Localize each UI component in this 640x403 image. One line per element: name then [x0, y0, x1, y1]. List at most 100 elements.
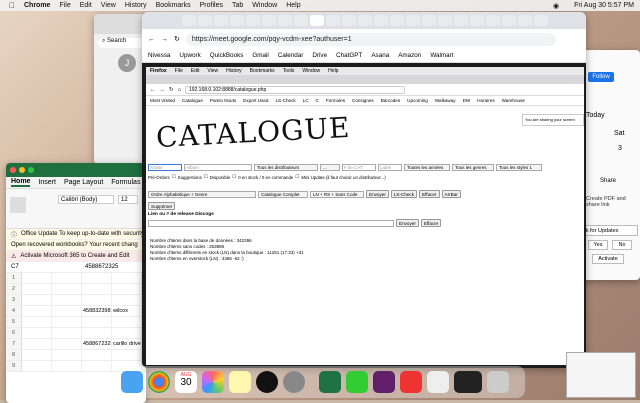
- bookmark[interactable]: Calendar: [278, 52, 304, 59]
- menu-profiles[interactable]: Profiles: [200, 2, 223, 9]
- today-label[interactable]: Today: [586, 112, 605, 119]
- right-app-window[interactable]: Follow Today Sat 3 Share Create PDF and …: [580, 50, 640, 280]
- browser-tab[interactable]: [246, 15, 260, 26]
- cell[interactable]: [82, 361, 112, 371]
- tab-insert[interactable]: Insert: [38, 179, 56, 186]
- spreadsheet-grid[interactable]: 1 2 3 4 4588323983 wilcox 5 6 7 4588672325 carillo…: [6, 273, 146, 372]
- browser-tab[interactable]: [230, 15, 244, 26]
- font-select[interactable]: Calibri (Body): [58, 195, 114, 204]
- finder-icon[interactable]: [121, 371, 143, 393]
- forward-icon[interactable]: →: [161, 36, 168, 43]
- cell[interactable]: [52, 295, 82, 305]
- table-row[interactable]: 3: [6, 295, 146, 306]
- menu-tab[interactable]: Tab: [232, 2, 243, 9]
- cell[interactable]: 4588672325: [82, 339, 112, 349]
- browser-tab[interactable]: [262, 15, 276, 26]
- cell[interactable]: [52, 350, 82, 360]
- browser-tab[interactable]: [390, 15, 404, 26]
- cell[interactable]: [52, 284, 82, 294]
- browser-tab[interactable]: [438, 15, 452, 26]
- window-thumbnail-icon[interactable]: [454, 371, 482, 393]
- browser-tab-active[interactable]: [310, 15, 324, 26]
- apple-menu-icon[interactable]: : [9, 1, 15, 10]
- menu-edit[interactable]: Edit: [80, 2, 92, 9]
- cell[interactable]: wilcox: [112, 306, 142, 316]
- cell[interactable]: [52, 306, 82, 316]
- browser-tab[interactable]: [486, 15, 500, 26]
- zoom-icon[interactable]: [28, 167, 34, 173]
- cell[interactable]: [112, 328, 142, 338]
- clock[interactable]: Fri Aug 30 5:57 PM: [574, 2, 634, 9]
- bookmark[interactable]: Nivessa: [148, 52, 170, 59]
- menu-file[interactable]: File: [59, 2, 70, 9]
- activate-button[interactable]: Activate: [592, 254, 624, 264]
- excel-icon[interactable]: [319, 371, 341, 393]
- bookmark[interactable]: Gmail: [252, 52, 268, 59]
- cell[interactable]: [112, 317, 142, 327]
- browser-tab[interactable]: [502, 15, 516, 26]
- cell[interactable]: [22, 306, 52, 316]
- app-menu[interactable]: Chrome: [24, 2, 50, 9]
- browser-tab[interactable]: [518, 15, 532, 26]
- cell-reference[interactable]: C7: [11, 264, 41, 270]
- table-row[interactable]: 4 4588323983 wilcox: [6, 306, 146, 317]
- bookmark[interactable]: Amazon: [398, 52, 421, 59]
- check-updates-button[interactable]: ck for Updates: [580, 225, 638, 236]
- create-pdf-label[interactable]: Create PDF and share link: [586, 196, 636, 208]
- cell[interactable]: [112, 284, 142, 294]
- url-text[interactable]: https://meet.google.com/pqy-vcdm-xee?aut…: [192, 36, 352, 43]
- spotify-icon[interactable]: [256, 371, 278, 393]
- browser-tab[interactable]: [358, 15, 372, 26]
- cell[interactable]: [82, 284, 112, 294]
- reload-icon[interactable]: ↻: [174, 35, 180, 43]
- cell[interactable]: [82, 350, 112, 360]
- paste-icon[interactable]: [10, 197, 26, 213]
- cell[interactable]: [52, 273, 82, 283]
- anydesk-icon[interactable]: [400, 371, 422, 393]
- bookmark[interactable]: ChatGPT: [336, 52, 362, 59]
- menu-history[interactable]: History: [125, 2, 147, 9]
- cell[interactable]: [22, 295, 52, 305]
- browser-tab[interactable]: [342, 15, 356, 26]
- follow-button[interactable]: Follow: [588, 72, 614, 82]
- browser-tab[interactable]: [454, 15, 468, 26]
- chrome-icon[interactable]: [148, 371, 170, 393]
- cell[interactable]: [22, 339, 52, 349]
- browser-tab[interactable]: [534, 15, 548, 26]
- tab-home[interactable]: Home: [11, 178, 31, 187]
- cell[interactable]: [22, 328, 52, 338]
- menu-window[interactable]: Window: [252, 2, 277, 9]
- bookmark[interactable]: Asana: [371, 52, 389, 59]
- cell[interactable]: [22, 284, 52, 294]
- notes-icon[interactable]: [229, 371, 251, 393]
- formula-input[interactable]: 4588672325: [85, 264, 118, 270]
- menu-bookmarks[interactable]: Bookmarks: [156, 2, 191, 9]
- table-row[interactable]: 5: [6, 317, 146, 328]
- slack-icon[interactable]: [373, 371, 395, 393]
- cell[interactable]: [112, 350, 142, 360]
- chrome-window[interactable]: ← → ↻ https://meet.google.com/pqy-vcdm-x…: [142, 12, 586, 368]
- photos-icon[interactable]: [202, 371, 224, 393]
- browser-tab[interactable]: [406, 15, 420, 26]
- cell[interactable]: [22, 350, 52, 360]
- tab-formulas[interactable]: Formulas: [111, 179, 140, 186]
- bookmark[interactable]: Upwork: [179, 52, 200, 59]
- wifi-icon[interactable]: ◉: [553, 2, 559, 10]
- cell[interactable]: [52, 339, 82, 349]
- screenshot-thumbnail[interactable]: [566, 352, 636, 398]
- cell[interactable]: [22, 317, 52, 327]
- table-row[interactable]: 6: [6, 328, 146, 339]
- cell[interactable]: carillo drive: [112, 339, 142, 349]
- yes-button[interactable]: Yes: [588, 240, 608, 250]
- calendar-icon[interactable]: AUG 30: [175, 371, 197, 393]
- browser-tab[interactable]: [198, 15, 212, 26]
- messages-icon[interactable]: [346, 371, 368, 393]
- avatar[interactable]: J: [118, 54, 136, 72]
- bookmark[interactable]: Drive: [312, 52, 327, 59]
- cell[interactable]: [52, 317, 82, 327]
- browser-tab[interactable]: [214, 15, 228, 26]
- table-row[interactable]: 7 4588672325 carillo drive: [6, 339, 146, 350]
- menu-view[interactable]: View: [101, 2, 116, 9]
- cell[interactable]: [112, 273, 142, 283]
- table-row[interactable]: 2: [6, 284, 146, 295]
